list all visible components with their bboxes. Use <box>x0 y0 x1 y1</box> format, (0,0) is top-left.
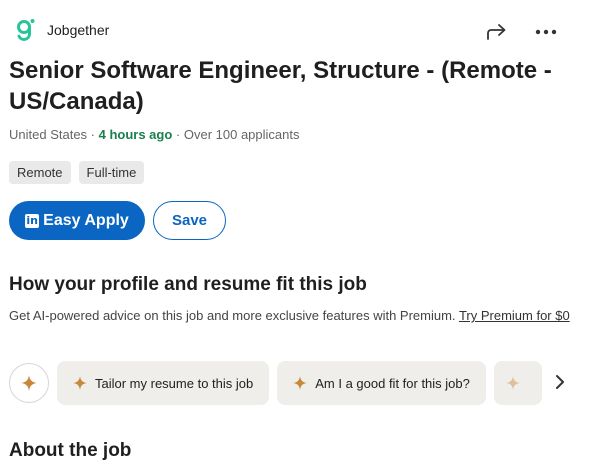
suggestion-chip-label: Am I a good fit for this job? <box>315 375 470 391</box>
company-header: Jobgether <box>12 17 109 43</box>
job-title: Senior Software Engineer, Structure - (R… <box>9 57 552 115</box>
sparkle-icon <box>293 376 308 390</box>
meta-separator: · <box>87 127 99 142</box>
ai-suggestions-row: Tailor my resume to this job Am I a good… <box>9 361 542 405</box>
posted-time: 4 hours ago <box>98 127 173 142</box>
linkedin-logo-icon: in <box>25 213 40 228</box>
chevron-right-icon[interactable] <box>553 372 567 392</box>
fit-description-text: Get AI-powered advice on this job and mo… <box>9 308 456 323</box>
tag-remote: Remote <box>9 161 71 184</box>
job-location: United States <box>9 127 88 142</box>
tag-full-time: Full-time <box>78 161 145 184</box>
share-arrow-icon[interactable] <box>484 20 508 44</box>
suggestion-chip-partial[interactable] <box>493 361 542 405</box>
easy-apply-button[interactable]: in Easy Apply <box>9 201 145 240</box>
suggestion-chip-good-fit[interactable]: Am I a good fit for this job? <box>277 361 486 405</box>
job-tags: Remote Full-time <box>9 161 145 184</box>
apply-actions: in Easy Apply Save <box>9 201 226 240</box>
fit-section-description: Get AI-powered advice on this job and mo… <box>9 306 579 326</box>
company-name[interactable]: Jobgether <box>47 22 109 38</box>
header-actions <box>484 20 558 44</box>
suggestion-chip-tailor-resume[interactable]: Tailor my resume to this job <box>57 361 270 405</box>
sparkle-icon <box>21 375 37 391</box>
fit-section-heading: How your profile and resume fit this job <box>9 274 367 295</box>
about-job-heading: About the job <box>9 440 132 461</box>
sparkle-icon <box>505 376 520 390</box>
save-button[interactable]: Save <box>153 201 226 240</box>
meta-separator: · <box>172 127 184 142</box>
job-meta: United States · 4 hours ago · Over 100 a… <box>9 127 299 142</box>
sparkle-button[interactable] <box>9 363 49 403</box>
more-horizontal-icon[interactable] <box>534 20 558 44</box>
try-premium-link[interactable]: Try Premium for $0 <box>459 308 570 323</box>
sparkle-icon <box>73 376 87 390</box>
save-label: Save <box>171 212 208 229</box>
applicant-count: Over 100 applicants <box>183 127 300 142</box>
suggestion-chip-label: Tailor my resume to this job <box>95 375 254 391</box>
easy-apply-label: Easy Apply <box>43 211 129 229</box>
jobgether-logo-icon[interactable] <box>12 17 38 43</box>
